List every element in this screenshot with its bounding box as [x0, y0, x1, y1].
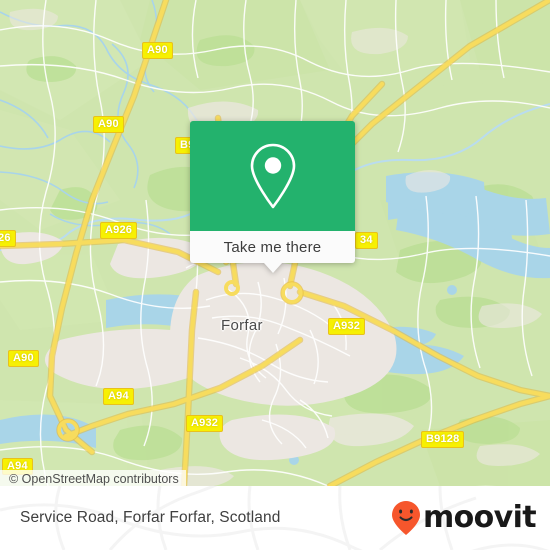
road-shield: A926: [100, 222, 138, 239]
map-pin-icon: [250, 143, 295, 209]
road-shield: A932: [186, 415, 224, 432]
address-label: Service Road, Forfar Forfar, Scotland: [20, 509, 281, 526]
moovit-pin-smiley-icon: [391, 501, 420, 535]
footer-bar: Service Road, Forfar Forfar, Scotland mo…: [0, 486, 550, 550]
place-label-forfar: Forfar: [221, 317, 263, 334]
road-shield: 34: [355, 232, 378, 249]
road-shield: 26: [0, 230, 16, 247]
road-shield: A90: [142, 42, 173, 59]
map-page: A90 A90 A926 26 B9 34 A932 A90 A94 A932 …: [0, 0, 550, 550]
road-shield: A932: [328, 318, 366, 335]
road-shield: A90: [93, 116, 124, 133]
moovit-brand[interactable]: moovit: [391, 500, 537, 536]
location-popup[interactable]: Take me there: [190, 121, 355, 273]
road-shield: B9128: [421, 431, 465, 448]
popup-header: [190, 121, 355, 231]
popup-pointer-tail: [263, 263, 282, 273]
road-shield: A94: [103, 388, 134, 405]
road-shield: A90: [8, 350, 39, 367]
footer-content: Service Road, Forfar Forfar, Scotland mo…: [0, 486, 550, 550]
popup-footer[interactable]: Take me there: [190, 231, 355, 273]
take-me-there-button[interactable]: Take me there: [224, 239, 322, 256]
map-canvas[interactable]: A90 A90 A926 26 B9 34 A932 A90 A94 A932 …: [0, 0, 550, 486]
moovit-wordmark: moovit: [422, 500, 537, 535]
